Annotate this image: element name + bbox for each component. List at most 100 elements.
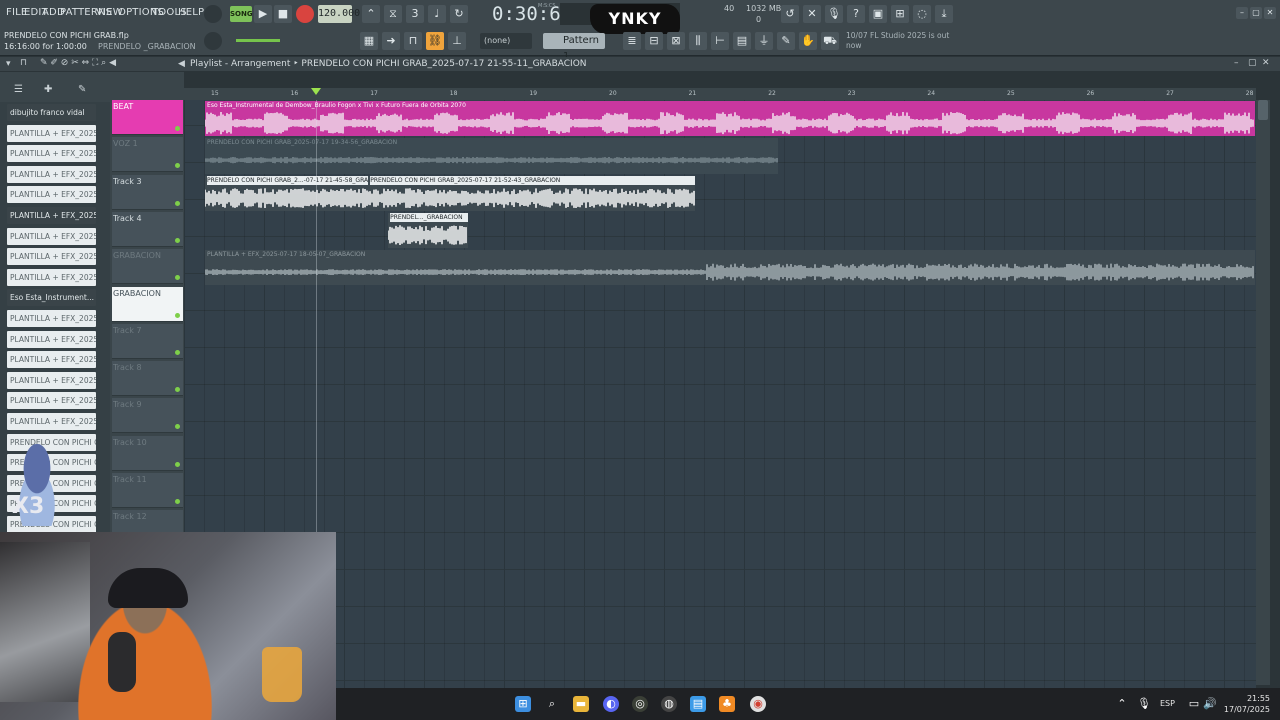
tempo-display[interactable]: 120.000 (318, 5, 360, 23)
track-active-indicator[interactable] (175, 237, 180, 243)
browser-pencil-icon[interactable]: ✎ (78, 84, 86, 95)
stop-button[interactable]: ■ (274, 5, 292, 23)
track-active-indicator[interactable] (175, 424, 180, 430)
search-icon[interactable]: ⌕ (544, 696, 560, 712)
browser-list-icon[interactable]: ☰ (14, 84, 23, 95)
minimize-icon[interactable]: – (1236, 7, 1248, 19)
timeline-ruler[interactable]: 15 16 17 18 19 20 21 22 23 24 25 26 27 28 (184, 88, 1256, 100)
browser-item[interactable]: PLANTILLA + EFX_2025-0... (7, 165, 96, 183)
track-header[interactable]: Track 10 (112, 435, 183, 471)
browser-item[interactable]: PLANTILLA + EFX_2025-0... (7, 371, 96, 389)
tray-chevron-icon[interactable]: ⌃ (1114, 696, 1130, 712)
snap-select[interactable]: (none) (480, 33, 532, 49)
language-indicator[interactable]: ESP (1160, 699, 1175, 708)
track-header[interactable]: GRABACION (112, 249, 183, 285)
browser-item[interactable]: Eso Esta_Instrument... (7, 289, 96, 307)
close-icon[interactable]: ✕ (1264, 7, 1276, 19)
track-header[interactable]: Track 3 (112, 174, 183, 210)
browser-tree-icon[interactable]: ⊢ (711, 32, 729, 50)
playlist-maximize-icon[interactable]: ▢ (1248, 58, 1257, 68)
windows-start-icon[interactable]: ⊞ (515, 696, 531, 712)
track-active-indicator[interactable] (175, 163, 180, 169)
browser-item[interactable]: PLANTILLA + EFX_2025-0... (7, 310, 96, 327)
pitch-knob[interactable] (204, 32, 222, 50)
touch-icon[interactable]: ✋ (799, 32, 817, 50)
track-header[interactable]: BEAT (112, 100, 183, 135)
play-button[interactable]: ▶ (254, 5, 272, 23)
blend-notes-icon[interactable]: ♩ (428, 5, 446, 23)
audio-clip[interactable]: PRENDELO CON PICHI GRAB_2025-07-17 19-34… (205, 138, 779, 174)
browser-menu-icon[interactable]: ▾ (6, 59, 11, 69)
browser-item[interactable]: PLANTILLA + EFX_2025-0... (7, 124, 96, 142)
track-active-indicator[interactable] (175, 126, 180, 131)
master-volume-knob[interactable] (204, 5, 222, 23)
browser-item[interactable]: PLANTILLA + EFX_2025-0... (7, 392, 96, 410)
system-clock[interactable]: 21:55 17/07/2025 (1222, 693, 1270, 715)
track-header[interactable]: GRABACION (112, 286, 183, 322)
xbox-icon[interactable]: ◎ (632, 696, 648, 712)
browser-item[interactable]: PLANTILLA + EFX_2025-0... (7, 268, 96, 286)
browser-item[interactable]: PLANTILLA + EFX_2025-0... (7, 330, 96, 348)
track-header[interactable]: Track 8 (112, 361, 183, 397)
obs-icon[interactable]: ◍ (661, 696, 677, 712)
playhead-marker[interactable] (311, 88, 321, 95)
loop-record-icon[interactable]: ↻ (450, 5, 468, 23)
track-active-indicator[interactable] (175, 461, 180, 467)
wait-record-icon[interactable]: ⧖ (384, 5, 402, 23)
link-icon[interactable]: ⛓ (426, 32, 444, 50)
countdown-icon[interactable]: 3 (406, 5, 424, 23)
step-seq-icon[interactable]: ⊠ (667, 32, 685, 50)
browser-item[interactable]: PLANTILLA + EFX_2025-0... (7, 186, 96, 204)
mixer-faders-icon[interactable]: ⫼ (689, 32, 707, 50)
song-mode-button[interactable]: SONG (230, 6, 253, 22)
plugin-icon[interactable]: ⊞ (891, 5, 909, 23)
track-header[interactable]: Track 9 (112, 398, 183, 434)
playlist-icon[interactable]: ≣ (623, 32, 641, 50)
plugin-picker-icon[interactable]: ⏚ (755, 32, 773, 50)
network-icon[interactable]: ▭ (1186, 696, 1202, 712)
download-icon[interactable]: ⤓ (935, 5, 953, 23)
playlist-arrow-icon[interactable]: ◀ (178, 59, 185, 69)
browser-item[interactable]: dibujito franco vidal (7, 104, 96, 121)
master-pitch-slider[interactable] (236, 39, 280, 42)
playlist-minimize-icon[interactable]: – (1234, 58, 1239, 68)
track-active-indicator[interactable] (175, 312, 180, 318)
audio-clip[interactable]: PRENDELO CON PICHI GRAB_2...-07-17 21-45… (205, 175, 369, 211)
record-button[interactable] (296, 5, 314, 23)
discord-icon[interactable]: ◐ (603, 696, 619, 712)
arrow-icon[interactable]: ➜ (382, 32, 400, 50)
browser-item[interactable]: PLANTILLA + EFX_2025-0... (7, 227, 96, 245)
piano-roll-icon[interactable]: ▦ (360, 32, 378, 50)
track-active-indicator[interactable] (175, 349, 180, 355)
playlist-tools[interactable]: ✎ ✐ ⊘ ✂ ⇔ ⛶ ⌕ ◀ (40, 58, 116, 68)
metronome-icon[interactable]: ⌃ (362, 5, 380, 23)
browser-magnet-icon[interactable]: ⊓ (20, 58, 27, 68)
track-active-indicator[interactable] (175, 387, 180, 393)
stamp-icon[interactable]: ⊥ (448, 32, 466, 50)
undo-icon[interactable]: ↺ (781, 5, 799, 23)
scrollbar-thumb[interactable] (1258, 100, 1268, 120)
pattern-select[interactable]: Pattern 1 (543, 33, 605, 62)
mixer-icon[interactable]: ✕ (803, 5, 821, 23)
save-icon[interactable]: ▣ (869, 5, 887, 23)
audio-clip[interactable]: PRENDEL..._GRABACION (388, 212, 468, 249)
cart-icon[interactable]: ⛟ (821, 32, 839, 50)
menu-help[interactable]: HELP (178, 7, 204, 18)
track-header[interactable]: Track 11 (112, 473, 183, 508)
channel-rack-icon[interactable]: ⊟ (645, 32, 663, 50)
vertical-scrollbar[interactable] (1256, 100, 1270, 685)
browser-item[interactable]: PLANTILLA + EFX_2025-0... (7, 145, 96, 163)
track-active-indicator[interactable] (175, 275, 180, 281)
tray-mic-icon[interactable]: 🎙 (1136, 696, 1152, 712)
fl-studio-icon[interactable]: ♣ (719, 696, 735, 712)
audio-clip[interactable]: PRENDELO CON PICHI GRAB_2025-07-17 21-52… (368, 175, 695, 211)
audio-clip[interactable]: Eso Esta_Instrumental de Dembow_Braulio … (205, 101, 1255, 137)
volume-icon[interactable]: 🔊 (1202, 696, 1218, 712)
chrome-icon[interactable]: ◉ (750, 696, 766, 712)
track-active-indicator[interactable] (175, 200, 180, 206)
magnet-icon[interactable]: ⊓ (404, 32, 422, 50)
browser-item[interactable]: PLANTILLA + EFX_2025-0... (7, 248, 96, 266)
file-icon[interactable]: ▤ (733, 32, 751, 50)
browser-item[interactable]: PLANTILLA + EFX_2025-0... (7, 207, 96, 224)
playlist-close-icon[interactable]: ✕ (1262, 58, 1270, 68)
